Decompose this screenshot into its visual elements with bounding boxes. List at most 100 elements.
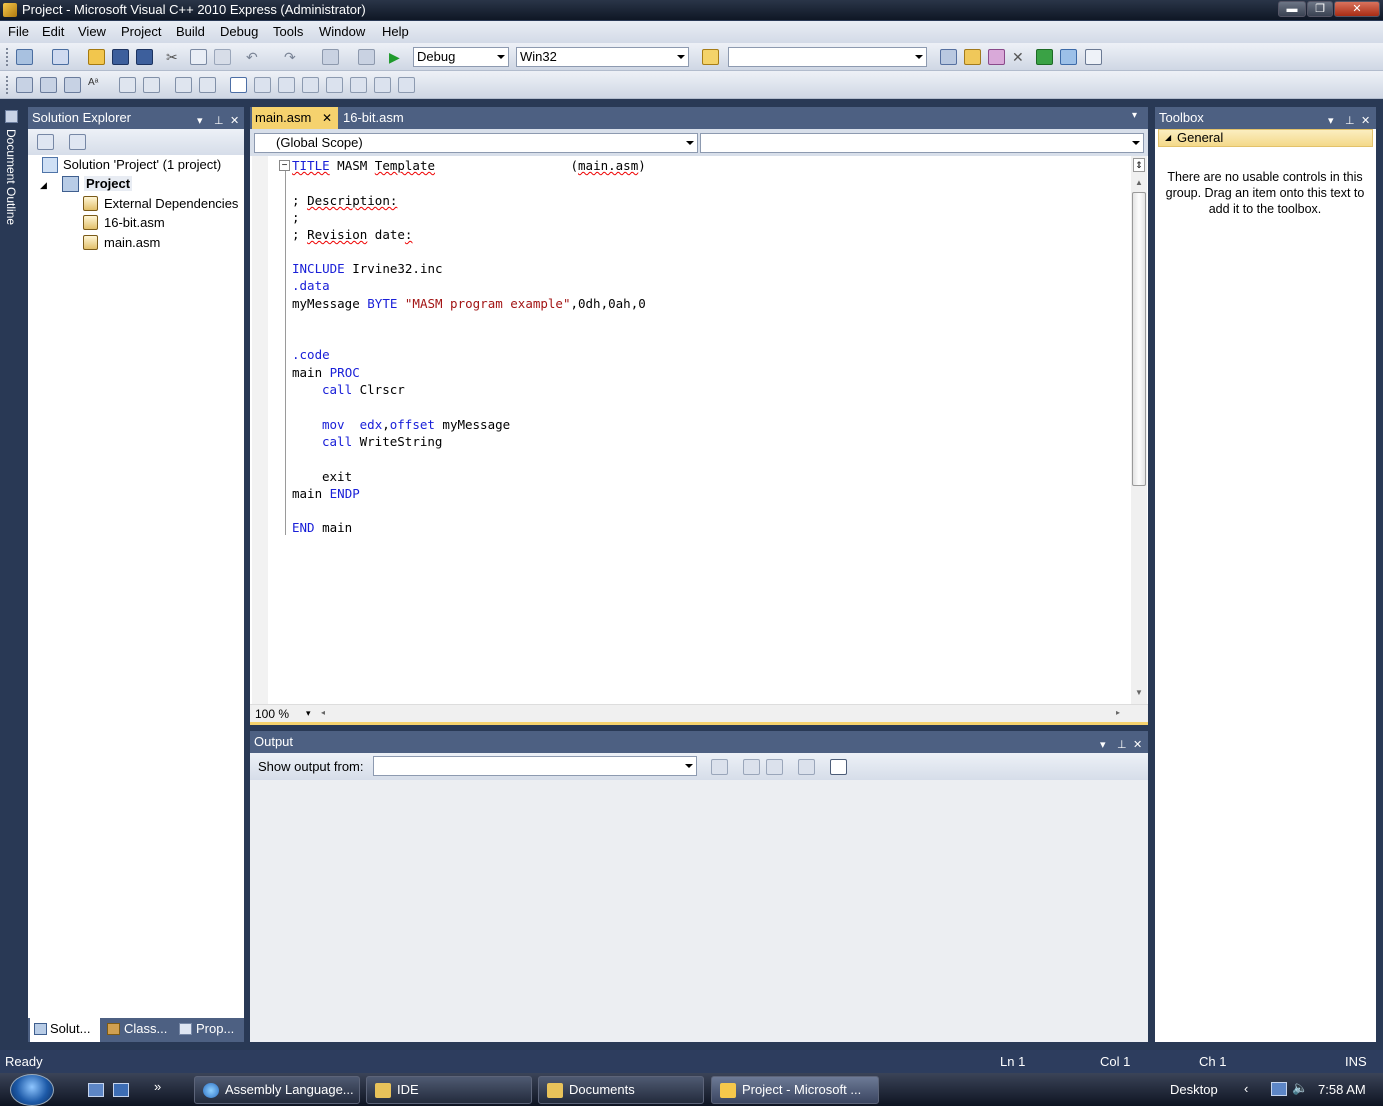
project-node[interactable]: Project (84, 176, 133, 191)
uncomment-icon[interactable] (199, 77, 216, 93)
class-view-icon[interactable] (1060, 49, 1077, 65)
desktop-toolbar-label[interactable]: Desktop (1170, 1082, 1218, 1097)
complete-word-icon[interactable]: Aᵃ (88, 77, 105, 93)
volume-icon[interactable]: 🔈 (1292, 1080, 1308, 1096)
platform-dropdown[interactable]: Win32 (516, 47, 689, 67)
decrease-indent-icon[interactable] (119, 77, 136, 93)
zoom-level[interactable]: 100 % (255, 707, 289, 721)
menu-view[interactable]: View (78, 24, 106, 39)
app-icon[interactable] (3, 3, 17, 17)
code-line-revision[interactable]: ; Revision date: (292, 227, 412, 242)
tree-item-16-bit-asm[interactable]: 16-bit.asm (104, 215, 165, 230)
close-tab-icon[interactable]: ✕ (322, 107, 332, 129)
split-icon[interactable]: ⇕ (1133, 158, 1145, 172)
copy-icon[interactable] (190, 49, 207, 65)
cut-icon[interactable]: ✂ (166, 49, 183, 65)
undo-icon[interactable]: ↶ (246, 49, 263, 65)
scroll-right-icon[interactable]: ▸ (1116, 708, 1120, 717)
previous-message-icon[interactable] (743, 759, 760, 775)
scroll-down-icon[interactable]: ▼ (1135, 688, 1143, 697)
code-line-1[interactable]: TITLE MASM Template (main.asm) (292, 158, 646, 173)
new-project-icon[interactable] (16, 49, 33, 65)
toggle-bookmark-icon[interactable] (230, 77, 247, 93)
parameter-info-icon[interactable] (40, 77, 57, 93)
solution-explorer-icon[interactable] (940, 49, 957, 65)
tab-main-asm[interactable]: main.asm ✕ (252, 107, 338, 129)
output-source-dropdown[interactable] (373, 756, 697, 776)
properties-icon[interactable] (964, 49, 981, 65)
configuration-dropdown[interactable]: Debug (413, 47, 509, 67)
document-outline-tab[interactable]: Document Outline (4, 129, 18, 225)
toolbar-grip[interactable] (6, 48, 9, 66)
code-line-mov[interactable]: mov edx,offset myMessage (322, 417, 510, 432)
tab-properties[interactable]: Prop... (174, 1018, 244, 1042)
collapse-region-icon[interactable]: − (279, 160, 290, 171)
clear-bookmarks-icon[interactable] (398, 77, 415, 93)
task-ide[interactable]: IDE (366, 1076, 532, 1104)
menu-debug[interactable]: Debug (220, 24, 258, 39)
code-line-main-proc[interactable]: main PROC (292, 365, 360, 380)
code-line-exit[interactable]: exit (322, 469, 352, 484)
open-file-icon[interactable] (88, 49, 105, 65)
properties-button-icon[interactable] (37, 134, 54, 150)
toolbox-group-general[interactable]: ◢ General (1158, 129, 1373, 147)
scroll-thumb[interactable] (1132, 192, 1146, 486)
find-combo[interactable] (728, 47, 927, 67)
tree-item-external-dependencies[interactable]: External Dependencies (104, 196, 238, 211)
find-in-files-icon[interactable] (702, 49, 719, 65)
redo-icon[interactable]: ↷ (284, 49, 301, 65)
menu-tools[interactable]: Tools (273, 24, 303, 39)
toolbox-icon[interactable] (988, 49, 1005, 65)
tree-item-main-asm[interactable]: main.asm (104, 235, 160, 250)
next-bookmark-doc-icon[interactable] (374, 77, 391, 93)
add-item-icon[interactable] (52, 49, 69, 65)
comment-icon[interactable] (175, 77, 192, 93)
code-line-include[interactable]: INCLUDE Irvine32.inc (292, 261, 443, 276)
solution-node[interactable]: Solution 'Project' (1 project) (63, 157, 221, 172)
zoom-dropdown-icon[interactable]: ▾ (306, 708, 311, 719)
switch-windows-icon[interactable] (113, 1083, 129, 1097)
save-all-icon[interactable] (136, 49, 153, 65)
next-message-icon[interactable] (766, 759, 783, 775)
next-bookmark-icon[interactable] (278, 77, 295, 93)
code-line-call-writestring[interactable]: call WriteString (322, 434, 442, 449)
code-line-call-clrscr[interactable]: call Clrscr (322, 382, 405, 397)
code-line-comment[interactable]: ; (292, 210, 300, 225)
show-all-files-icon[interactable] (69, 134, 86, 150)
code-line-code[interactable]: .code (292, 347, 330, 362)
member-dropdown[interactable] (700, 133, 1144, 153)
tray-expand-icon[interactable]: ‹ (1244, 1081, 1248, 1096)
quick-info-icon[interactable] (64, 77, 81, 93)
scroll-up-icon[interactable]: ▲ (1135, 178, 1143, 187)
increase-indent-icon[interactable] (143, 77, 160, 93)
code-line-end-main[interactable]: END main (292, 520, 352, 535)
code-line-data[interactable]: .data (292, 278, 330, 293)
tab-solution-explorer[interactable]: Solut... (30, 1018, 100, 1042)
code-line-description[interactable]: ; Description: (292, 193, 397, 208)
start-debugging-icon[interactable]: ▶ (389, 49, 406, 65)
save-icon[interactable] (112, 49, 129, 65)
scope-dropdown[interactable]: (Global Scope) (254, 133, 698, 153)
restore-button[interactable]: ❐ (1307, 1, 1333, 17)
close-button[interactable]: ✕ (1334, 1, 1380, 17)
navigate-forward-icon[interactable] (358, 49, 375, 65)
task-project-microsoft[interactable]: Project - Microsoft ... (711, 1076, 879, 1104)
word-wrap-icon[interactable] (830, 759, 847, 775)
navigate-backward-icon[interactable] (322, 49, 339, 65)
previous-bookmark-folder-icon[interactable] (302, 77, 319, 93)
minimize-button[interactable]: ▬ (1278, 1, 1306, 17)
display-object-list-icon[interactable] (16, 77, 33, 93)
start-button[interactable] (10, 1074, 54, 1106)
menu-build[interactable]: Build (176, 24, 205, 39)
collapse-triangle-icon[interactable]: ◢ (40, 180, 47, 191)
scroll-left-icon[interactable]: ◂ (321, 708, 325, 717)
previous-bookmark-doc-icon[interactable] (350, 77, 367, 93)
document-outline-icon[interactable] (5, 110, 18, 123)
tab-class-view[interactable]: Class... (102, 1018, 174, 1042)
task-assembly-language[interactable]: Assembly Language... (194, 1076, 360, 1104)
clear-all-icon[interactable] (798, 759, 815, 775)
network-icon[interactable] (1271, 1082, 1287, 1096)
start-page-icon[interactable] (1036, 49, 1053, 65)
indicator-margin[interactable] (252, 156, 268, 704)
toolbar-grip[interactable] (6, 76, 9, 94)
